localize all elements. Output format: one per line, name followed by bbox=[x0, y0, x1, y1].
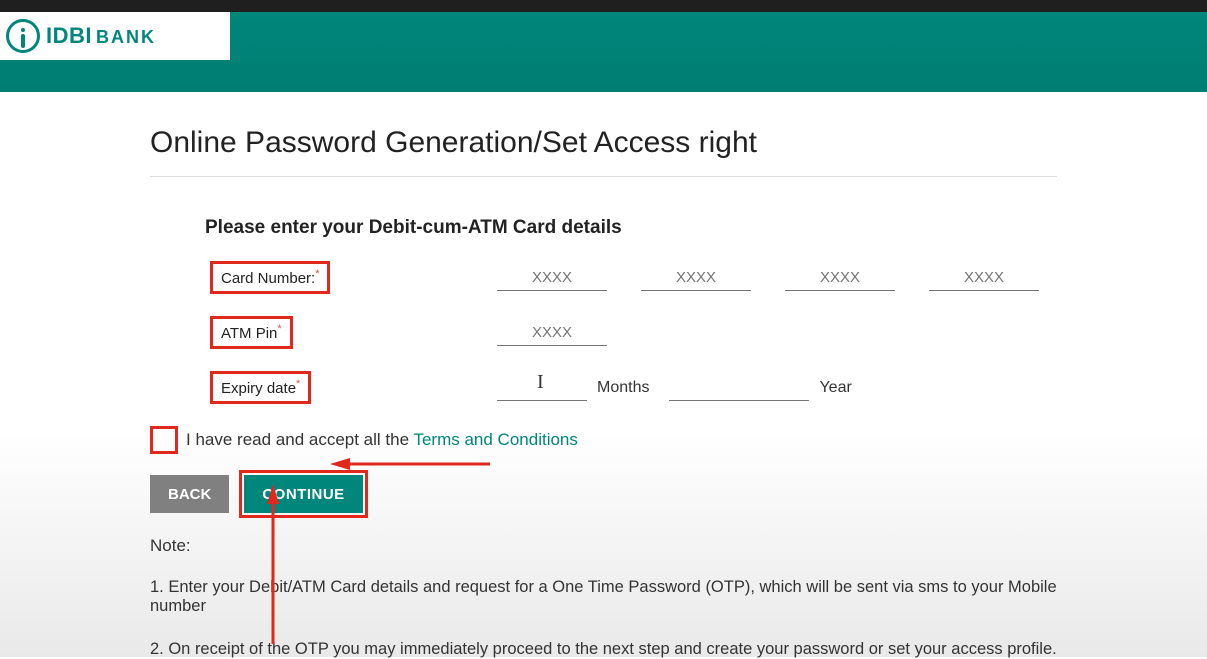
page-title: Online Password Generation/Set Access ri… bbox=[150, 92, 1057, 177]
terms-link[interactable]: Terms and Conditions bbox=[413, 430, 577, 449]
header-band: IDBIBANK bbox=[0, 12, 1207, 92]
terms-row: I have read and accept all the Terms and… bbox=[150, 426, 1057, 454]
atm-pin-input[interactable] bbox=[497, 320, 607, 346]
continue-highlight: CONTINUE bbox=[239, 470, 367, 518]
continue-button[interactable]: CONTINUE bbox=[244, 475, 362, 513]
card-number-3[interactable] bbox=[785, 265, 895, 291]
logo-icon bbox=[6, 19, 40, 53]
terms-checkbox[interactable] bbox=[150, 426, 178, 454]
expiry-year-input[interactable] bbox=[669, 375, 809, 401]
card-number-2[interactable] bbox=[641, 265, 751, 291]
terms-text: I have read and accept all the Terms and… bbox=[186, 430, 578, 450]
row-card-number: Card Number:* bbox=[210, 261, 1057, 294]
text-cursor-icon: I bbox=[537, 371, 544, 394]
bank-logo: IDBIBANK bbox=[0, 12, 230, 60]
note-2: 2. On receipt of the OTP you may immedia… bbox=[150, 640, 1057, 659]
section-heading: Please enter your Debit-cum-ATM Card det… bbox=[205, 217, 1057, 239]
label-months: Months bbox=[597, 379, 649, 397]
row-expiry: Expiry date* I Months Year bbox=[210, 371, 1057, 404]
row-atm-pin: ATM Pin* bbox=[210, 316, 1057, 349]
label-expiry: Expiry date* bbox=[210, 371, 311, 404]
note-1: 1. Enter your Debit/ATM Card details and… bbox=[150, 578, 1057, 616]
content-area: Online Password Generation/Set Access ri… bbox=[0, 92, 1207, 657]
top-black-strip bbox=[0, 0, 1207, 12]
logo-text: IDBIBANK bbox=[46, 23, 156, 49]
note-title: Note: bbox=[150, 536, 1057, 556]
label-year: Year bbox=[819, 379, 851, 397]
label-card-number: Card Number:* bbox=[210, 261, 330, 294]
label-atm-pin: ATM Pin* bbox=[210, 316, 293, 349]
back-button[interactable]: BACK bbox=[150, 475, 229, 513]
card-number-4[interactable] bbox=[929, 265, 1039, 291]
card-number-1[interactable] bbox=[497, 265, 607, 291]
button-row: BACK CONTINUE bbox=[150, 470, 1057, 518]
